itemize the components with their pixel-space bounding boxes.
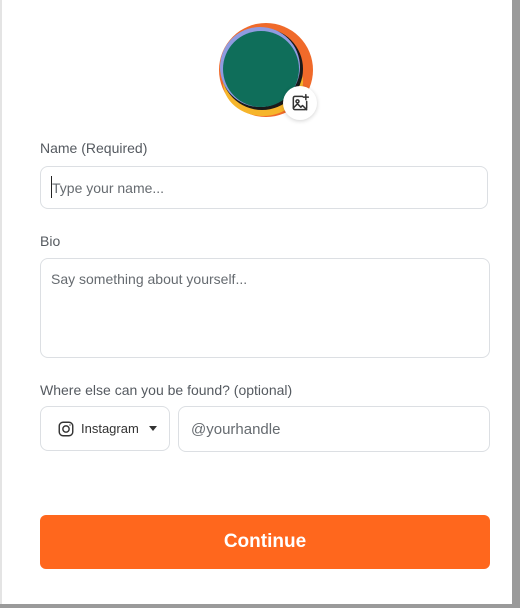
social-label: Where else can you be found? (optional) xyxy=(40,382,293,398)
bio-label: Bio xyxy=(40,233,61,249)
social-handle-input[interactable] xyxy=(178,406,490,452)
name-label: Name (Required) xyxy=(40,140,148,156)
chevron-down-icon xyxy=(148,426,157,431)
avatar[interactable] xyxy=(218,22,317,120)
social-platform-select[interactable]: Instagram xyxy=(40,406,170,451)
change-avatar-button[interactable] xyxy=(283,86,317,120)
name-input[interactable] xyxy=(40,166,488,209)
text-cursor xyxy=(51,176,52,198)
continue-button[interactable]: Continue xyxy=(40,515,490,569)
image-plus-icon xyxy=(292,93,310,111)
social-platform-label: Instagram xyxy=(81,421,139,436)
profile-setup-panel: Name (Required) Bio Where else can you b… xyxy=(0,0,512,604)
panel-edge xyxy=(0,0,2,604)
instagram-icon xyxy=(57,420,75,438)
bio-input[interactable] xyxy=(40,258,490,358)
